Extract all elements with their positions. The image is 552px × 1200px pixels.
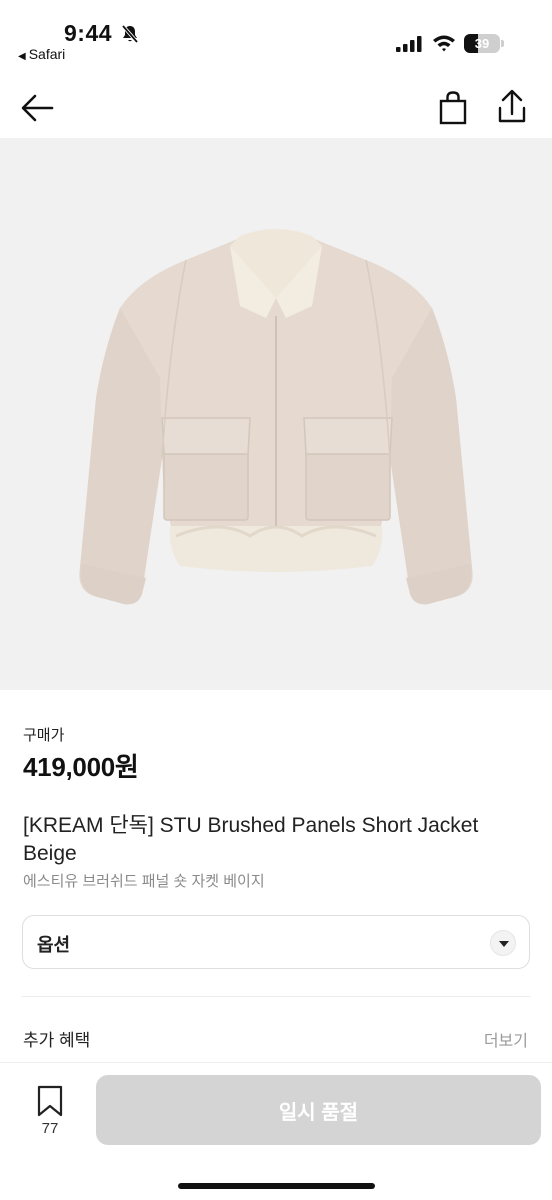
benefits-more-link[interactable]: 더보기 bbox=[484, 1027, 528, 1051]
benefits-title: 추가 혜택 bbox=[23, 1031, 91, 1050]
share-button[interactable] bbox=[490, 86, 534, 130]
sold-out-button[interactable]: 일시 품절 bbox=[96, 1075, 541, 1145]
shopping-bag-button[interactable] bbox=[432, 88, 474, 130]
home-indicator bbox=[178, 1183, 375, 1189]
jacket-illustration bbox=[79, 229, 473, 605]
shopping-bag-icon bbox=[439, 91, 467, 125]
price-value: 419,000원 bbox=[23, 752, 139, 782]
arrow-left-icon bbox=[21, 94, 54, 122]
dropdown-arrow-icon bbox=[490, 930, 516, 956]
share-icon bbox=[498, 89, 526, 123]
bookmark-icon bbox=[37, 1085, 63, 1117]
back-to-safari[interactable]: ◀ Safari bbox=[18, 46, 65, 62]
battery-cap bbox=[501, 40, 504, 47]
battery-percent: 39 bbox=[474, 36, 490, 51]
back-button[interactable] bbox=[18, 88, 58, 128]
product-image bbox=[0, 138, 552, 690]
product-name: [KREAM 단독] STU Brushed Panels Short Jack… bbox=[23, 814, 479, 865]
status-bar: 9:44 ◀ Safari 39 bbox=[0, 0, 552, 72]
back-triangle-icon: ◀ bbox=[18, 51, 26, 62]
option-select[interactable]: 옵션 bbox=[22, 915, 530, 969]
option-label: 옵션 bbox=[37, 935, 71, 955]
back-app-label: Safari bbox=[28, 46, 66, 62]
bookmark-count: 77 bbox=[41, 1120, 59, 1137]
cellular-signal-icon bbox=[396, 36, 422, 52]
bell-muted-icon bbox=[121, 24, 139, 44]
price-label: 구매가 bbox=[23, 727, 65, 744]
section-divider bbox=[22, 996, 530, 997]
battery-indicator: 39 bbox=[464, 34, 504, 53]
product-name-korean: 에스티유 브러쉬드 패널 숏 자켓 베이지 bbox=[23, 873, 265, 890]
bottom-action-bar: 77 일시 품절 bbox=[0, 1062, 552, 1200]
wifi-icon bbox=[433, 35, 455, 52]
nav-bar bbox=[0, 72, 552, 138]
bookmark-button[interactable]: 77 bbox=[28, 1085, 72, 1145]
status-time: 9:44 bbox=[64, 20, 113, 46]
